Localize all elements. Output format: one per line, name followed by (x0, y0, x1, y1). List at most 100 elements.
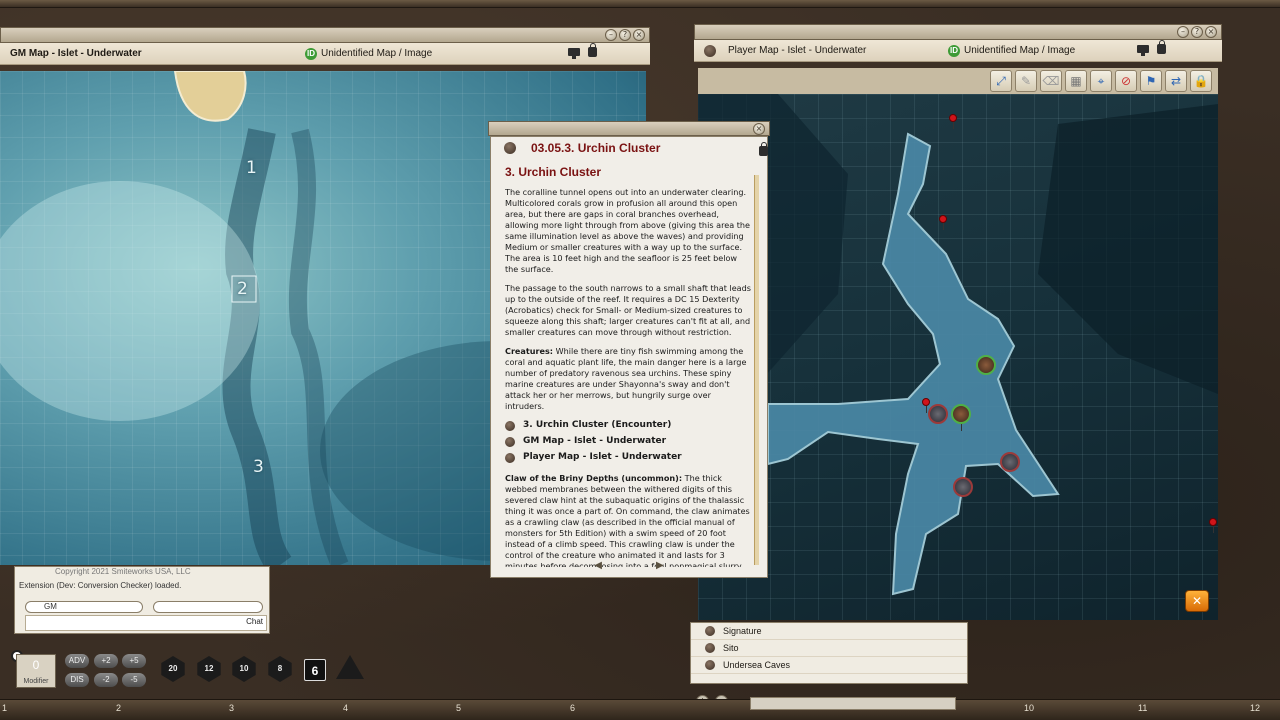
gm-map-header: GM Map - Islet - Underwater ID Unidentif… (0, 43, 650, 65)
story-paragraph: Claw of the Briny Depths (uncommon): The… (505, 473, 751, 567)
lock-icon[interactable] (588, 43, 597, 57)
map-label-1: 1 (246, 158, 257, 178)
pc-token[interactable] (951, 404, 971, 424)
urchin-token[interactable] (1000, 452, 1020, 472)
story-scrollbar[interactable] (754, 175, 759, 565)
map-pin[interactable] (1209, 518, 1217, 533)
plus-5-button[interactable]: +5 (122, 654, 146, 668)
chat-input[interactable] (25, 615, 267, 631)
record-link-icon[interactable] (704, 44, 716, 57)
id-icon[interactable]: ID (305, 47, 317, 60)
flag-icon[interactable]: ⚑ (1140, 70, 1162, 92)
pc-token[interactable] (976, 355, 996, 375)
chat-button[interactable]: Chat (246, 617, 263, 626)
d20-die[interactable]: 20 (161, 656, 185, 682)
player-map-header: Player Map - Islet - Underwater ID Unide… (694, 40, 1222, 62)
lock-icon[interactable]: 🔒 (1190, 70, 1212, 92)
d10-die[interactable]: 10 (232, 656, 256, 682)
map-pin[interactable] (949, 114, 957, 129)
lock-icon[interactable] (759, 142, 768, 156)
bottom-ruler: 1 2 3 4 5 6 10 11 12 (0, 699, 1280, 720)
gm-map-id-label: Unidentified Map / Image (321, 48, 433, 59)
story-window[interactable]: × 03.05.3. Urchin Cluster 3. Urchin Clus… (488, 121, 770, 580)
close-icon[interactable]: × (1205, 26, 1217, 38)
gm-map-title: GM Map - Islet - Underwater (10, 48, 142, 59)
record-link-icon[interactable] (504, 142, 516, 154)
story-content: 3. Urchin Cluster The coralline tunnel o… (505, 167, 751, 567)
story-link-encounter[interactable]: 3. Urchin Cluster (Encounter) (505, 420, 751, 431)
lock-icon[interactable] (1157, 40, 1166, 54)
record-link-icon[interactable] (505, 452, 515, 463)
list-item[interactable]: Undersea Caves (691, 657, 967, 674)
story-title: 03.05.3. Urchin Cluster (531, 141, 661, 155)
chat-line: Copyright 2021 Smiteworks USA, LLC (55, 567, 191, 576)
modifier-box[interactable]: 0 Modifier (16, 654, 56, 688)
player-map-canvas[interactable] (698, 94, 1218, 620)
urchin-token[interactable] (928, 404, 948, 424)
map-pin[interactable] (939, 215, 947, 230)
help-icon[interactable]: ? (1191, 26, 1203, 38)
record-link-icon[interactable] (705, 660, 715, 670)
d12-die[interactable]: 12 (197, 656, 221, 682)
ruler-tick: 1 (2, 703, 8, 713)
record-link-icon[interactable] (705, 626, 715, 636)
modifier-label: Modifier (23, 678, 49, 685)
close-icon[interactable]: × (753, 123, 765, 135)
eraser-icon[interactable]: ⌫ (1040, 70, 1062, 92)
record-link-icon[interactable] (505, 420, 515, 431)
zoom-to-fit-icon[interactable]: ⤢ (990, 70, 1012, 92)
record-link-icon[interactable] (505, 436, 515, 447)
library-list: Signature Sito Undersea Caves (690, 622, 968, 684)
target-icon[interactable]: ⌖ (1090, 70, 1112, 92)
id-icon[interactable]: ID (948, 44, 960, 57)
share-icon[interactable] (1137, 45, 1149, 56)
advantage-button[interactable]: ADV (65, 654, 89, 668)
shuffle-icon[interactable]: ⇄ (1165, 70, 1187, 92)
gm-map-titlebar[interactable]: – ? × (0, 27, 650, 43)
ruler-tick: 3 (229, 703, 235, 713)
player-map-window[interactable]: – ? × Player Map - Islet - Underwater ID… (694, 24, 1222, 624)
filter-input[interactable] (750, 697, 956, 710)
top-strip (0, 0, 1280, 8)
plus-2-button[interactable]: +2 (94, 654, 118, 668)
player-map-id-label: Unidentified Map / Image (964, 45, 1076, 56)
d4-die[interactable] (336, 655, 364, 679)
prev-page-icon[interactable]: ◀ (594, 560, 602, 571)
map-label-3: 3 (253, 457, 264, 477)
chat-body: Copyright 2021 Smiteworks USA, LLC Exten… (14, 566, 270, 634)
ruler-tick: 11 (1138, 703, 1148, 713)
list-item[interactable]: Signature (691, 623, 967, 640)
help-icon[interactable]: ? (619, 29, 631, 41)
story-link-player-map[interactable]: Player Map - Islet - Underwater (505, 452, 751, 463)
story-link-gm-map[interactable]: GM Map - Islet - Underwater (505, 436, 751, 447)
minimize-icon[interactable]: – (605, 29, 617, 41)
no-target-icon[interactable]: ⊘ (1115, 70, 1137, 92)
story-body: 03.05.3. Urchin Cluster 3. Urchin Cluste… (490, 136, 768, 578)
modifier-value: 0 (32, 658, 40, 672)
identity-select[interactable]: GM (25, 601, 143, 613)
chat-window[interactable]: Copyright 2021 Smiteworks USA, LLC Exten… (8, 566, 274, 638)
player-map-titlebar[interactable]: – ? × (694, 24, 1222, 40)
minus-5-button[interactable]: -5 (122, 673, 146, 687)
next-page-icon[interactable]: ▶ (656, 560, 664, 571)
claw-label: Claw of the Briny Depths (uncommon): (505, 473, 683, 483)
language-select[interactable] (153, 601, 263, 613)
story-titlebar[interactable]: × (488, 121, 770, 136)
pencil-icon[interactable]: ✎ (1015, 70, 1037, 92)
map-pin[interactable] (922, 398, 930, 413)
urchin-token[interactable] (953, 477, 973, 497)
close-icon[interactable]: × (633, 29, 645, 41)
d8-die[interactable]: 8 (268, 656, 292, 682)
d6-die[interactable]: 6 (304, 659, 326, 681)
ruler-tick: 12 (1250, 703, 1261, 713)
share-icon[interactable] (568, 48, 580, 59)
record-link-icon[interactable] (705, 643, 715, 653)
player-map-title: Player Map - Islet - Underwater (728, 45, 867, 56)
minimize-icon[interactable]: – (1177, 26, 1189, 38)
crossed-swords-icon[interactable]: ✕ (1185, 590, 1209, 612)
grid-icon[interactable]: ▦ (1065, 70, 1087, 92)
disadvantage-button[interactable]: DIS (65, 673, 89, 687)
minus-2-button[interactable]: -2 (94, 673, 118, 687)
list-item[interactable]: Sito (691, 640, 967, 657)
map-label-2: 2 (237, 279, 248, 299)
